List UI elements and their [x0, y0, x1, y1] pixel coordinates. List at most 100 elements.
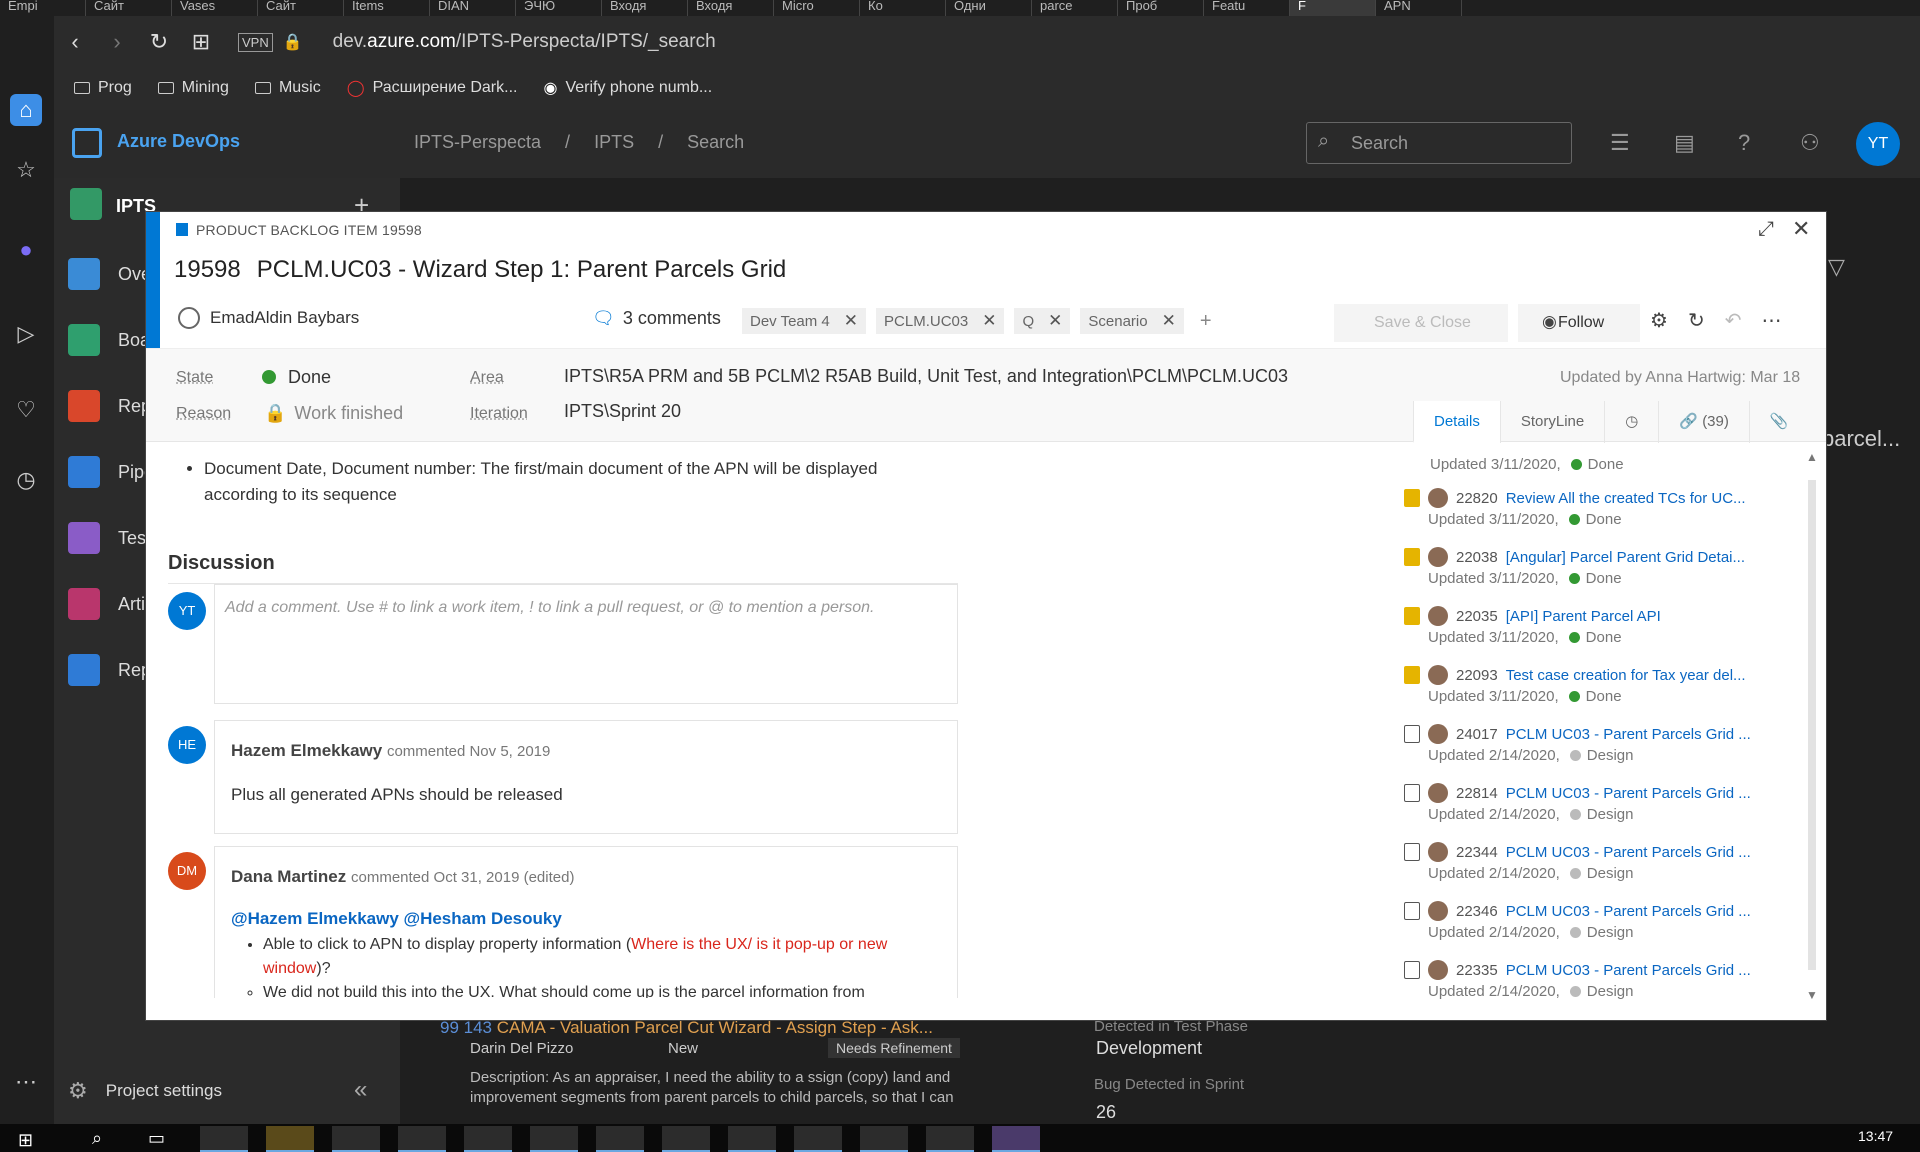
taskbar-skype-icon[interactable] — [860, 1126, 908, 1152]
vpn-badge[interactable]: VPN — [238, 32, 273, 52]
home-icon[interactable]: ⌂ — [10, 94, 42, 126]
browser-tab[interactable]: parce — [1032, 0, 1118, 16]
browser-tab[interactable]: Ко — [860, 0, 946, 16]
nav-overview[interactable]: Ove — [68, 258, 151, 290]
linked-item-title[interactable]: [API] Parent Parcel API — [1506, 608, 1661, 625]
linked-item[interactable]: 22344 PCLM UC03 - Parent Parcels Grid ...… — [1404, 842, 1764, 898]
search-icon[interactable]: ⌕ — [92, 1128, 102, 1149]
player-icon[interactable]: ▷ — [10, 318, 42, 350]
comment-author[interactable]: Dana Martinez commented Oct 31, 2019 (ed… — [231, 867, 574, 887]
tag[interactable]: Dev Team 4 ✕ — [742, 308, 867, 334]
area-field[interactable]: IPTS\R5A PRM and 5B PCLM\2 R5AB Build, U… — [564, 366, 1288, 387]
search-input[interactable]: Search — [1306, 122, 1572, 164]
azure-devops-logo-icon[interactable] — [72, 128, 102, 158]
add-comment-input[interactable]: Add a comment. Use # to link a work item… — [214, 584, 958, 704]
taskbar-app-icon[interactable] — [530, 1126, 578, 1152]
tab-links[interactable]: 🔗 (39) — [1658, 401, 1749, 443]
taskbar-app2-icon[interactable] — [662, 1126, 710, 1152]
browser-tab[interactable]: Items — [344, 0, 430, 16]
work-item-title[interactable]: 19598 PCLM.UC03 - Wizard Step 1: Parent P… — [174, 256, 802, 284]
remove-tag-icon[interactable]: ✕ — [1048, 311, 1062, 331]
nav-pipelines[interactable]: Pipe — [68, 456, 154, 488]
tab-attachments[interactable]: 📎 — [1748, 401, 1809, 443]
linked-item-title[interactable]: PCLM UC03 - Parent Parcels Grid ... — [1506, 962, 1751, 979]
user-settings-icon[interactable]: ⚇ — [1800, 130, 1820, 156]
browser-tab[interactable]: F — [1290, 0, 1376, 16]
linked-item-title[interactable]: Test case creation for Tax year del... — [1506, 667, 1746, 684]
browser-tab[interactable]: Входя — [602, 0, 688, 16]
browser-tab[interactable]: Сайт — [86, 0, 172, 16]
breadcrumb-page[interactable]: Search — [687, 132, 744, 153]
url-field[interactable]: dev.azure.com/IPTS-Perspecta/IPTS/_searc… — [333, 31, 716, 53]
breadcrumb-org[interactable]: IPTS-Perspecta — [414, 132, 541, 153]
browser-tab[interactable]: ЭЧЮ — [516, 0, 602, 16]
linked-item[interactable]: 22038 [Angular] Parcel Parent Grid Detai.… — [1404, 547, 1764, 603]
taskbar-app3-icon[interactable] — [728, 1126, 776, 1152]
more-icon[interactable]: ⋯ — [10, 1066, 42, 1098]
windows-start-icon[interactable]: ⊞ — [18, 1130, 33, 1151]
linked-item[interactable]: 22035 [API] Parent Parcel API Updated 3/11… — [1404, 606, 1764, 662]
linked-item[interactable]: 22814 PCLM UC03 - Parent Parcels Grid ...… — [1404, 783, 1764, 839]
expand-icon[interactable]: ⤢ — [1758, 218, 1774, 241]
task-view-icon[interactable]: ▭ — [148, 1128, 165, 1149]
browser-tab[interactable]: Входя — [688, 0, 774, 16]
nav-test-plans[interactable]: Test — [68, 522, 151, 554]
bookmark-dark-extension[interactable]: ◯ Расширение Dark... — [347, 78, 518, 98]
comment-mentions[interactable]: @Hazem Elmekkawy @Hesham Desouky — [231, 909, 562, 929]
comments-link[interactable]: 🗨 3 comments — [592, 308, 721, 329]
project-settings[interactable]: ⚙ Project settings — [68, 1078, 222, 1104]
collapse-icon[interactable]: « — [354, 1076, 367, 1104]
linked-item-title[interactable]: PCLM UC03 - Parent Parcels Grid ... — [1506, 903, 1751, 920]
tabs-grid-icon[interactable]: ⊞ — [180, 29, 222, 55]
linked-item[interactable]: 22346 PCLM UC03 - Parent Parcels Grid ...… — [1404, 901, 1764, 957]
heart-icon[interactable]: ♡ — [10, 394, 42, 426]
nav-repos[interactable]: Rep — [68, 390, 151, 422]
nav-artifacts[interactable]: Arti — [68, 588, 145, 620]
linked-item[interactable]: 22093 Test case creation for Tax year del… — [1404, 665, 1764, 721]
linked-item-title[interactable]: PCLM UC03 - Parent Parcels Grid ... — [1506, 785, 1751, 802]
refresh-icon[interactable]: ↻ — [1688, 308, 1705, 333]
browser-tab[interactable]: Micro — [774, 0, 860, 16]
marketplace-icon[interactable]: ▤ — [1674, 130, 1695, 156]
save-close-button[interactable]: Save & Close — [1334, 304, 1508, 342]
iteration-field[interactable]: IPTS\Sprint 20 — [564, 401, 681, 422]
linked-item[interactable]: 22820 Review All the created TCs for UC..… — [1404, 488, 1764, 544]
remove-tag-icon[interactable]: ✕ — [982, 311, 996, 331]
tag[interactable]: Q ✕ — [1014, 308, 1071, 334]
browser-tab[interactable]: DIAN — [430, 0, 516, 16]
taskbar-telegram2-icon[interactable] — [464, 1126, 512, 1152]
close-icon[interactable]: ✕ — [1792, 216, 1810, 242]
history-icon[interactable]: ◷ — [10, 464, 42, 496]
reload-icon[interactable]: ↻ — [138, 29, 180, 55]
gear-icon[interactable]: ⚙ — [1650, 308, 1668, 333]
tab-history[interactable]: ◷ — [1604, 401, 1658, 443]
updated-by[interactable]: Updated by Anna Hartwig: Mar 18 — [1560, 369, 1800, 387]
bookmark-music[interactable]: Music — [254, 79, 321, 97]
taskbar-explorer-icon[interactable] — [200, 1126, 248, 1152]
tag[interactable]: Scenario ✕ — [1080, 308, 1184, 334]
messenger-icon[interactable]: ● — [10, 234, 42, 266]
linked-item-title[interactable]: PCLM UC03 - Parent Parcels Grid ... — [1506, 844, 1751, 861]
taskbar-app5-icon[interactable] — [926, 1126, 974, 1152]
star-icon[interactable]: ☆ — [10, 154, 42, 186]
comment-author[interactable]: Hazem Elmekkawy commented Nov 5, 2019 — [231, 741, 550, 761]
nav-reports[interactable]: Rep — [68, 654, 151, 686]
browser-tab[interactable]: Featu — [1204, 0, 1290, 16]
linked-item-title[interactable]: Review All the created TCs for UC... — [1506, 490, 1746, 507]
follow-button[interactable]: Follow — [1518, 304, 1640, 342]
state-field[interactable]: Done — [262, 367, 331, 388]
taskbar-opera-icon[interactable] — [332, 1126, 380, 1152]
help-icon[interactable]: ? — [1738, 130, 1750, 156]
add-tag-icon[interactable]: + — [1194, 308, 1218, 334]
taskbar-telegram-icon[interactable] — [398, 1126, 446, 1152]
tag[interactable]: PCLM.UC03 ✕ — [876, 308, 1005, 334]
browser-tab[interactable]: Проб — [1118, 0, 1204, 16]
bookmark-prog[interactable]: Prog — [74, 79, 132, 97]
taskbar-chrome-icon[interactable] — [266, 1126, 314, 1152]
taskbar-word-icon[interactable] — [596, 1126, 644, 1152]
links-scrollbar[interactable]: ▲ ▼ — [1806, 448, 1818, 1008]
filter-icon[interactable]: ▽ — [1828, 254, 1845, 280]
clock[interactable]: 13:47 — [1858, 1128, 1893, 1144]
browser-tab[interactable]: Сайт — [258, 0, 344, 16]
taskbar-app4-icon[interactable] — [794, 1126, 842, 1152]
